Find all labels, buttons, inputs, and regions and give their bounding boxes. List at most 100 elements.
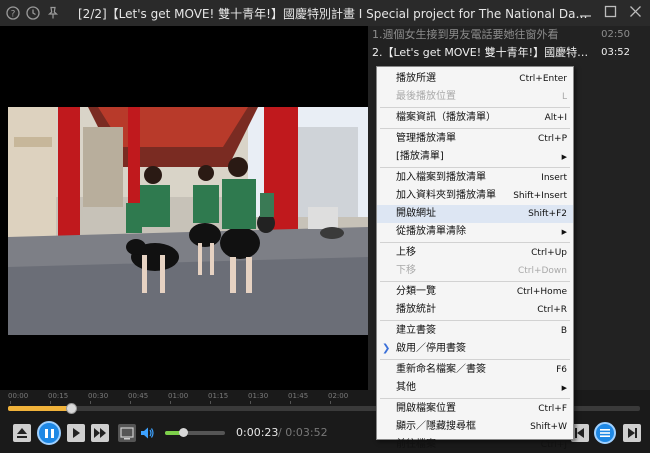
stop-icon[interactable] [67, 424, 85, 442]
menu-item: 下移 Ctrl+Down [377, 262, 573, 280]
video-area[interactable] [0, 26, 368, 390]
timeline-tick-label: 00:45 [128, 392, 149, 400]
menu-item-label: 重新命名檔案／書簽 [396, 364, 486, 375]
menu-item[interactable]: 檔案資訊（播放清單） Alt+I [377, 109, 573, 127]
close-icon[interactable] [629, 5, 642, 19]
next-frame-icon[interactable] [623, 424, 641, 442]
submenu-arrow-icon: ▶ [561, 153, 567, 161]
menu-item[interactable]: 播放統計 Ctrl+R [377, 301, 573, 319]
clock-icon[interactable] [26, 6, 40, 20]
menu-item[interactable]: 管理播放清單 Ctrl+P [377, 130, 573, 148]
menu-item-label: 分類一覽 [396, 286, 436, 297]
screen-icon[interactable] [118, 424, 136, 442]
playlist-item-duration: 03:52 [601, 47, 630, 58]
menu-item-label: 加入檔案到播放清單 [396, 172, 486, 183]
timeline-tick-mark [330, 401, 331, 404]
timeline-tick-label: 00:00 [8, 392, 29, 400]
eject-icon[interactable] [13, 424, 31, 442]
menu-item[interactable]: 重新命名檔案／書簽 F6 [377, 361, 573, 379]
total-time: / 0:03:52 [278, 426, 328, 439]
playlist-context-menu: 播放所選 Ctrl+Enter 最後播放位置 L 檔案資訊（播放清單） Alt+I 管理播放… [376, 66, 574, 450]
timeline-tick-mark [90, 401, 91, 404]
menu-item[interactable]: 加入檔案到播放清單 Insert [377, 169, 573, 187]
minimize-icon[interactable] [579, 5, 592, 19]
menu-item[interactable]: 上移 Ctrl+Up [377, 244, 573, 262]
window-controls [579, 5, 642, 19]
timeline-tick-label: 01:15 [208, 392, 229, 400]
playlist-item[interactable]: 1.週個女生接到男友電話要她往窗外看 02:50 [368, 26, 650, 44]
maximize-icon[interactable] [604, 5, 617, 19]
menu-item[interactable]: 播放所選 Ctrl+Enter [377, 70, 573, 88]
playlist-item-current[interactable]: 2.【Let's get MOVE! 雙十青年!】國慶特別計畫 03:52 [368, 44, 650, 62]
playlist-item-title: 1.週個女生接到男友電話要她往窗外看 [372, 28, 559, 41]
volume-slider[interactable] [165, 428, 225, 437]
menu-separator [380, 107, 570, 108]
timeline-tick-label: 00:15 [48, 392, 69, 400]
menu-item-shortcut: Ctrl+P [538, 134, 567, 144]
submenu-arrow-icon: ▶ [561, 228, 567, 236]
menu-item-shortcut: Ctrl+Home [516, 287, 567, 297]
timeline-tick-label: 00:30 [88, 392, 109, 400]
menu-item: 最後播放位置 L [377, 88, 573, 106]
check-icon: ❯ [382, 343, 391, 354]
menu-item[interactable]: 其他 ▶ [377, 379, 573, 397]
menu-item[interactable]: 開啟網址 Shift+F2 [377, 205, 573, 223]
menu-item-shortcut: Alt+I [544, 113, 567, 123]
menu-separator [380, 359, 570, 360]
video-frame[interactable] [8, 107, 368, 335]
seek-bar-handle[interactable] [65, 403, 77, 414]
next-icon[interactable] [91, 424, 109, 442]
menu-item-shortcut: L [561, 92, 567, 102]
help-icon[interactable]: ? [6, 6, 20, 20]
menu-item-label: 顯示／隱藏搜尋框 [396, 421, 476, 432]
menu-item-label: 建立書簽 [396, 325, 436, 336]
menu-item[interactable]: 從播放清單清除 ▶ [377, 223, 573, 241]
menu-item-label: 啟用／停用書簽 [396, 343, 466, 354]
video-frame-image [8, 107, 368, 335]
menu-item-label: 下移 [396, 265, 416, 276]
playlist-item-duration: 02:50 [601, 29, 630, 40]
menu-separator [380, 128, 570, 129]
pause-button[interactable] [37, 421, 61, 445]
menu-separator [380, 398, 570, 399]
menu-item[interactable]: 顯示／隱藏搜尋框 Shift+W [377, 418, 573, 436]
menu-item[interactable]: 分類一覽 Ctrl+Home [377, 283, 573, 301]
menu-item-label: 其他 [396, 382, 416, 393]
timeline-tick-mark [210, 401, 211, 404]
timeline-tick-label: 01:45 [288, 392, 309, 400]
menu-item[interactable]: 加入資料夾到播放清單 Shift+Insert [377, 187, 573, 205]
menu-item[interactable]: 前往檔案 Ctrl+J [377, 436, 573, 453]
timeline-tick-mark [290, 401, 291, 404]
menu-item-label: 管理播放清單 [396, 133, 456, 144]
seek-bar-progress [8, 406, 71, 411]
menu-item-label: 檔案資訊（播放清單） [396, 112, 496, 123]
menu-item-label: 最後播放位置 [396, 91, 456, 102]
menu-item-shortcut: Ctrl+Enter [519, 74, 567, 84]
menu-item-label: 加入資料夾到播放清單 [396, 190, 496, 201]
menu-item-shortcut: Shift+Insert [513, 191, 567, 201]
playlist-toggle-button[interactable] [594, 422, 616, 444]
current-time: 0:00:23 [236, 426, 279, 439]
menu-item-shortcut: Ctrl+J [540, 440, 567, 450]
playlist-item-title: 2.【Let's get MOVE! 雙十青年!】國慶特別計畫 [372, 46, 594, 59]
menu-item-label: 播放所選 [396, 73, 436, 84]
menu-item-shortcut: Ctrl+Down [517, 266, 567, 276]
menu-item[interactable]: 開啟檔案位置 Ctrl+F [377, 400, 573, 418]
menu-separator [380, 242, 570, 243]
menu-item-label: 上移 [396, 247, 416, 258]
pin-icon[interactable] [46, 6, 60, 20]
volume-handle[interactable] [179, 428, 188, 437]
menu-separator [380, 167, 570, 168]
menu-item-label: 從播放清單清除 [396, 226, 466, 237]
menu-item[interactable]: 建立書簽 B [377, 322, 573, 340]
title-bar[interactable]: ? [2/2]【Let's get MOVE! 雙十青年!】國慶特別計畫 I S… [0, 0, 650, 26]
speaker-icon[interactable] [139, 425, 155, 441]
media-player-window: ? [2/2]【Let's get MOVE! 雙十青年!】國慶特別計畫 I S… [0, 0, 650, 453]
svg-text:?: ? [11, 10, 16, 20]
timeline-tick-label: 01:30 [248, 392, 269, 400]
timeline-tick-mark [170, 401, 171, 404]
menu-item[interactable]: [播放清單] ▶ [377, 148, 573, 166]
menu-item[interactable]: ❯ 啟用／停用書簽 [377, 340, 573, 358]
menu-item-label: 播放統計 [396, 304, 436, 315]
timeline-tick-mark [130, 401, 131, 404]
